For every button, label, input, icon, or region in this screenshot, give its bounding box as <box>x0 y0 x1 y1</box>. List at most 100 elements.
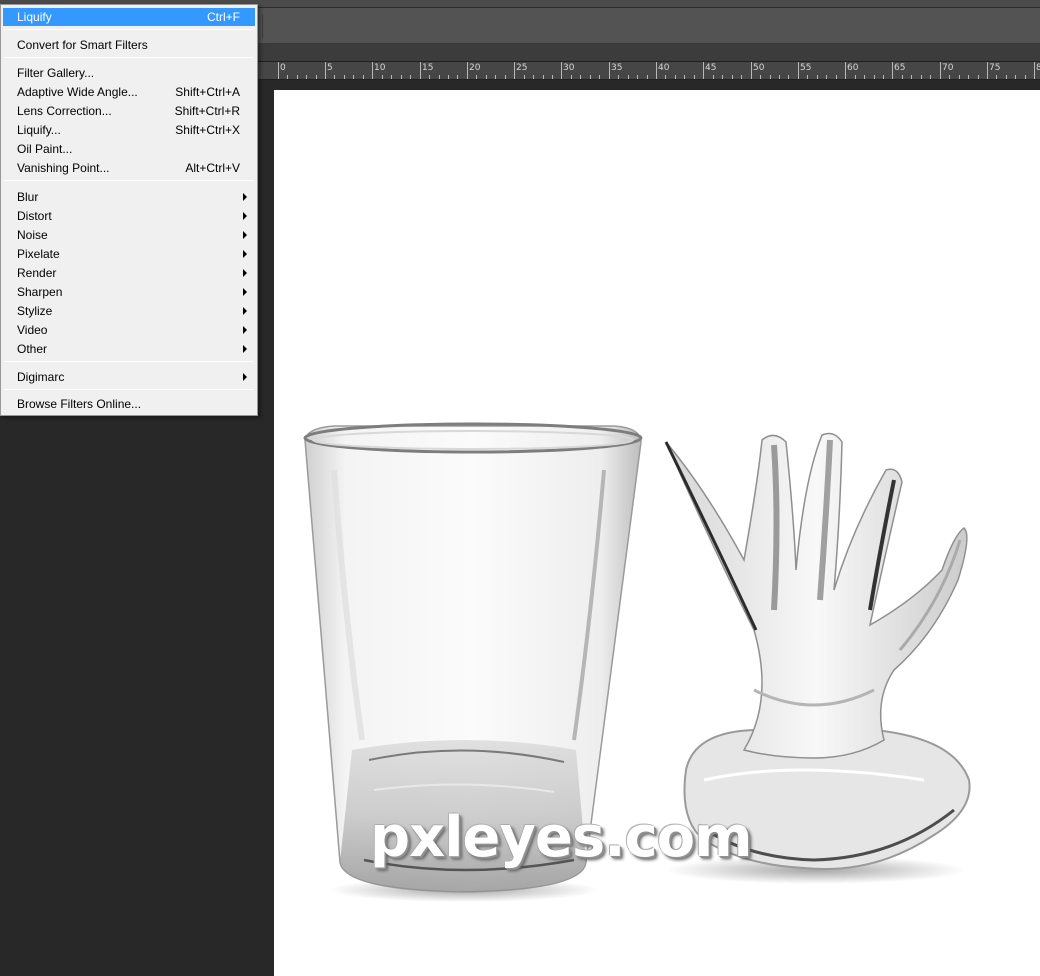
menu-item-last-filter-liquify[interactable]: Liquify Ctrl+F <box>3 8 255 26</box>
menu-item-sharpen[interactable]: Sharpen <box>3 283 255 301</box>
ruler-minor-tick <box>637 75 638 79</box>
menu-item-convert-smart-filters[interactable]: Convert for Smart Filters <box>3 36 255 54</box>
ruler-label: 40 <box>658 63 670 73</box>
ruler-minor-tick <box>921 75 922 79</box>
menu-item-distort[interactable]: Distort <box>3 207 255 225</box>
menu-item-blur[interactable]: Blur <box>3 188 255 206</box>
menu-item-label: Blur <box>17 190 39 204</box>
ruler-tick <box>703 62 704 79</box>
menu-item-other[interactable]: Other <box>3 340 255 358</box>
ruler-minor-tick <box>911 75 912 79</box>
menu-item-label: Distort <box>17 209 52 223</box>
ruler-minor-tick <box>297 75 298 79</box>
menu-item-liquify[interactable]: Liquify... Shift+Ctrl+X <box>3 121 255 139</box>
ruler-minor-tick <box>675 75 676 79</box>
menu-item-label: Liquify... <box>17 123 61 137</box>
horizontal-ruler[interactable]: 0 5 10 15 20 25 30 35 40 45 50 55 60 65 … <box>258 62 1040 80</box>
menu-item-shortcut: Ctrl+F <box>207 10 240 24</box>
ruler-minor-tick <box>949 75 950 79</box>
ruler-minor-tick <box>713 75 714 79</box>
ruler-minor-tick <box>448 75 449 79</box>
ruler-tick <box>987 62 988 79</box>
ruler-minor-tick <box>344 75 345 79</box>
ruler-label: 65 <box>894 63 906 73</box>
ruler-minor-tick <box>732 75 733 79</box>
ruler-minor-tick <box>694 75 695 79</box>
ruler-tick <box>892 62 893 79</box>
submenu-arrow-icon <box>243 231 247 239</box>
submenu-arrow-icon <box>243 307 247 315</box>
ruler-tick <box>372 62 373 79</box>
menu-item-noise[interactable]: Noise <box>3 226 255 244</box>
menu-item-digimarc[interactable]: Digimarc <box>3 368 255 386</box>
ruler-label: 45 <box>705 63 717 73</box>
ruler-tick <box>656 62 657 79</box>
ruler-label: 25 <box>516 63 528 73</box>
menu-item-browse-filters-online[interactable]: Browse Filters Online... <box>3 395 255 413</box>
ruler-tick <box>1034 62 1035 79</box>
ruler-minor-tick <box>647 75 648 79</box>
ruler-minor-tick <box>874 75 875 79</box>
menu-item-shortcut: Shift+Ctrl+A <box>175 85 240 99</box>
ruler-minor-tick <box>722 75 723 79</box>
ruler-minor-tick <box>533 75 534 79</box>
ruler-tick <box>845 62 846 79</box>
menu-item-lens-correction[interactable]: Lens Correction... Shift+Ctrl+R <box>3 102 255 120</box>
ruler-label: 8 <box>1036 63 1040 73</box>
menu-item-oil-paint[interactable]: Oil Paint... <box>3 140 255 158</box>
menu-item-vanishing-point[interactable]: Vanishing Point... Alt+Ctrl+V <box>3 159 255 177</box>
ruler-label: 5 <box>327 63 333 73</box>
menu-item-render[interactable]: Render <box>3 264 255 282</box>
ruler-label: 20 <box>469 63 481 73</box>
ruler-minor-tick <box>580 75 581 79</box>
ruler-minor-tick <box>552 75 553 79</box>
menu-item-shortcut: Alt+Ctrl+V <box>185 161 240 175</box>
ruler-tick <box>798 62 799 79</box>
menu-item-filter-gallery[interactable]: Filter Gallery... <box>3 64 255 82</box>
ruler-minor-tick <box>495 75 496 79</box>
menu-item-label: Lens Correction... <box>17 104 112 118</box>
menu-separator <box>4 389 254 390</box>
ruler-minor-tick <box>996 75 997 79</box>
ruler-minor-tick <box>788 75 789 79</box>
menu-separator <box>4 57 254 58</box>
menu-item-label: Vanishing Point... <box>17 161 110 175</box>
menu-item-adaptive-wide-angle[interactable]: Adaptive Wide Angle... Shift+Ctrl+A <box>3 83 255 101</box>
menu-item-stylize[interactable]: Stylize <box>3 302 255 320</box>
menu-item-label: Convert for Smart Filters <box>17 38 148 52</box>
menu-item-label: Stylize <box>17 304 53 318</box>
submenu-arrow-icon <box>243 250 247 258</box>
ruler-minor-tick <box>1006 75 1007 79</box>
ruler-minor-tick <box>486 75 487 79</box>
watermark-text: pxleyes.com <box>370 805 753 870</box>
ruler-tick <box>609 62 610 79</box>
menu-item-label: Video <box>17 323 48 337</box>
filter-menu: Liquify Ctrl+F Convert for Smart Filters… <box>0 4 258 416</box>
ruler-label: 35 <box>611 63 623 73</box>
ruler-minor-tick <box>770 75 771 79</box>
ruler-minor-tick <box>401 75 402 79</box>
menu-item-pixelate[interactable]: Pixelate <box>3 245 255 263</box>
ruler-label: 30 <box>563 63 575 73</box>
menu-item-video[interactable]: Video <box>3 321 255 339</box>
ruler-minor-tick <box>1025 75 1026 79</box>
ruler-tick <box>751 62 752 79</box>
submenu-arrow-icon <box>243 212 247 220</box>
menu-item-label: Filter Gallery... <box>17 66 95 80</box>
menu-item-label: Liquify <box>17 10 52 24</box>
ruler-label: 0 <box>280 63 286 73</box>
ruler-minor-tick <box>363 75 364 79</box>
menu-item-label: Other <box>17 342 48 356</box>
menu-separator <box>4 180 254 181</box>
menu-item-label: Oil Paint... <box>17 142 73 156</box>
submenu-arrow-icon <box>243 269 247 277</box>
ruler-label: 75 <box>989 63 1001 73</box>
submenu-arrow-icon <box>243 193 247 201</box>
menu-item-shortcut: Shift+Ctrl+R <box>174 104 240 118</box>
ruler-minor-tick <box>316 75 317 79</box>
menu-item-shortcut: Shift+Ctrl+X <box>175 123 240 137</box>
ruler-label: 10 <box>374 63 386 73</box>
ruler-minor-tick <box>807 75 808 79</box>
ruler-minor-tick <box>618 75 619 79</box>
ruler-minor-tick <box>571 75 572 79</box>
